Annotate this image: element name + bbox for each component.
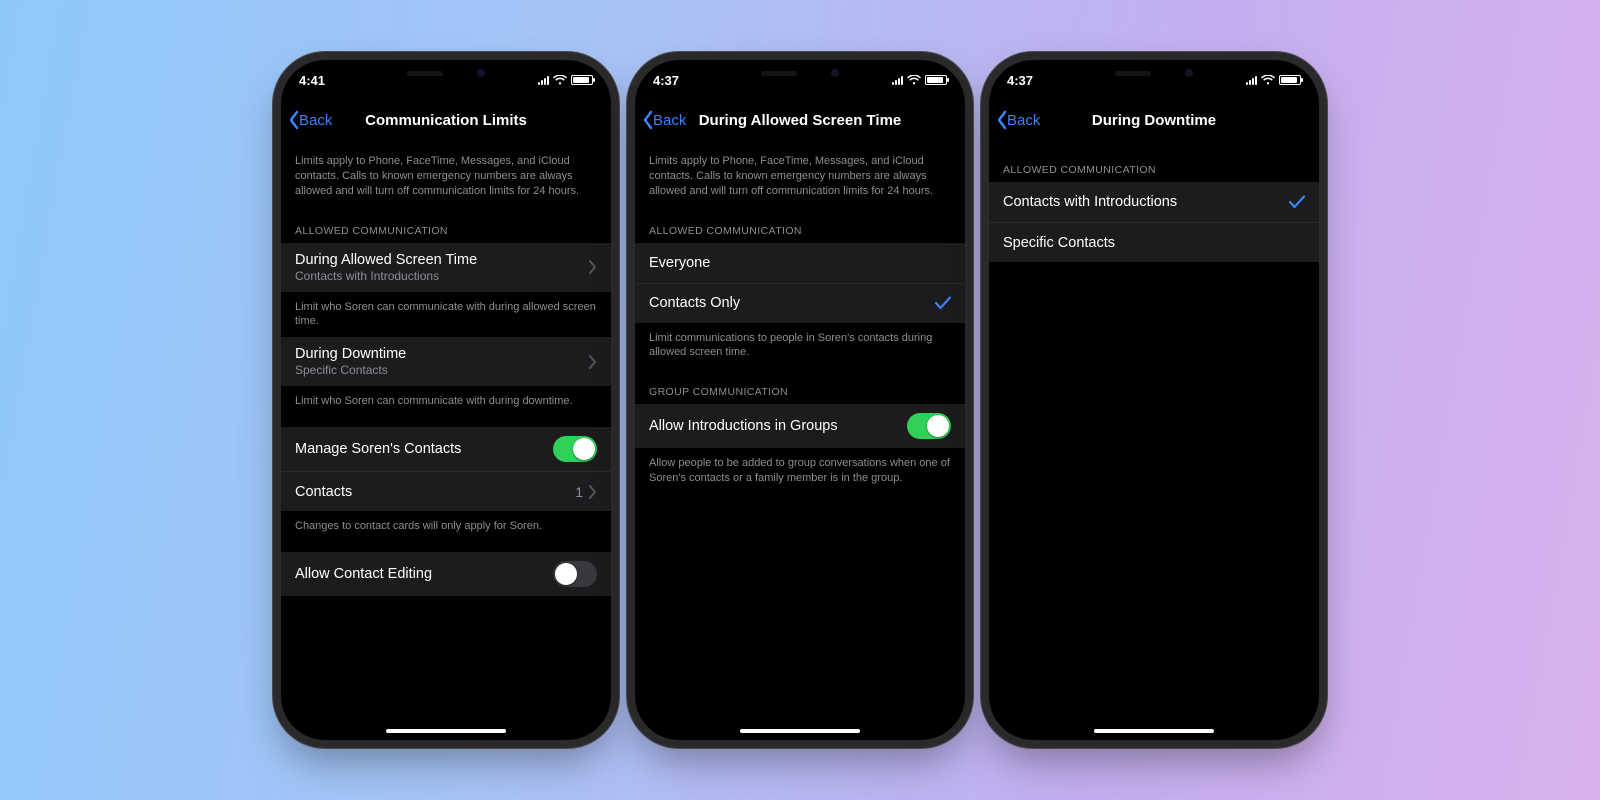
toggle-allow-contact-editing[interactable] [553, 561, 597, 587]
battery-icon [1279, 75, 1301, 85]
section-footer: Limit communications to people in Soren'… [635, 323, 965, 369]
row-label: Contacts with Introductions [1003, 194, 1177, 210]
row-label: Everyone [649, 255, 710, 271]
row-allow-introductions[interactable]: Allow Introductions in Groups [635, 404, 965, 448]
back-button[interactable]: Back [995, 110, 1040, 130]
section-header-allowed: ALLOWED COMMUNICATION [989, 140, 1319, 182]
chevron-right-icon [589, 355, 597, 369]
section-footer: Limit who Soren can communicate with dur… [281, 292, 611, 338]
notch [1078, 60, 1230, 86]
toggle-manage-contacts[interactable] [553, 436, 597, 462]
toggle-allow-introductions[interactable] [907, 413, 951, 439]
phone-communication-limits: 4:41 Back Communication Limits Limits ap… [281, 60, 611, 740]
home-indicator[interactable] [740, 729, 860, 733]
back-label: Back [653, 112, 686, 129]
nav-bar: Back Communication Limits [281, 100, 611, 140]
cellular-icon [538, 75, 549, 85]
header-description: Limits apply to Phone, FaceTime, Message… [281, 140, 611, 207]
home-indicator[interactable] [1094, 729, 1214, 733]
clock: 4:37 [1007, 73, 1033, 88]
row-allow-contact-editing[interactable]: Allow Contact Editing [281, 552, 611, 596]
battery-icon [571, 75, 593, 85]
row-during-downtime[interactable]: During Downtime Specific Contacts [281, 337, 611, 386]
option-specific-contacts[interactable]: Specific Contacts [989, 222, 1319, 262]
option-everyone[interactable]: Everyone [635, 243, 965, 283]
option-contacts-only[interactable]: Contacts Only [635, 283, 965, 323]
header-description: Limits apply to Phone, FaceTime, Message… [635, 140, 965, 207]
row-value: 1 [575, 484, 583, 500]
row-label: Contacts Only [649, 295, 740, 311]
back-button[interactable]: Back [287, 110, 332, 130]
row-label: During Allowed Screen Time [295, 252, 589, 268]
phone-during-allowed: 4:37 Back During Allowed Screen Time Lim… [635, 60, 965, 740]
row-label: Allow Contact Editing [295, 566, 432, 582]
notch [370, 60, 522, 86]
row-label: Contacts [295, 484, 352, 500]
row-subtitle: Contacts with Introductions [295, 269, 589, 283]
checkmark-icon [1289, 195, 1305, 209]
cellular-icon [892, 75, 903, 85]
row-label: During Downtime [295, 346, 589, 362]
section-footer: Limit who Soren can communicate with dur… [281, 386, 611, 417]
wifi-icon [553, 75, 567, 85]
notch [724, 60, 876, 86]
back-button[interactable]: Back [641, 110, 686, 130]
section-header-group: GROUP COMMUNICATION [635, 368, 965, 404]
back-label: Back [1007, 112, 1040, 129]
section-header-allowed: ALLOWED COMMUNICATION [635, 207, 965, 243]
nav-bar: Back During Allowed Screen Time [635, 100, 965, 140]
battery-icon [925, 75, 947, 85]
cellular-icon [1246, 75, 1257, 85]
section-footer: Allow people to be added to group conver… [635, 448, 965, 494]
row-label: Allow Introductions in Groups [649, 418, 838, 434]
chevron-right-icon [589, 260, 597, 274]
content: ALLOWED COMMUNICATION Contacts with Intr… [989, 140, 1319, 740]
row-during-allowed[interactable]: During Allowed Screen Time Contacts with… [281, 243, 611, 292]
home-indicator[interactable] [386, 729, 506, 733]
row-contacts[interactable]: Contacts 1 [281, 471, 611, 511]
wifi-icon [907, 75, 921, 85]
content: Limits apply to Phone, FaceTime, Message… [635, 140, 965, 740]
nav-bar: Back During Downtime [989, 100, 1319, 140]
checkmark-icon [935, 296, 951, 310]
row-label: Manage Soren's Contacts [295, 441, 461, 457]
row-label: Specific Contacts [1003, 235, 1115, 251]
content: Limits apply to Phone, FaceTime, Message… [281, 140, 611, 740]
row-manage-contacts[interactable]: Manage Soren's Contacts [281, 427, 611, 471]
option-contacts-introductions[interactable]: Contacts with Introductions [989, 182, 1319, 222]
clock: 4:37 [653, 73, 679, 88]
clock: 4:41 [299, 73, 325, 88]
wifi-icon [1261, 75, 1275, 85]
row-subtitle: Specific Contacts [295, 363, 589, 377]
back-label: Back [299, 112, 332, 129]
section-header-allowed: ALLOWED COMMUNICATION [281, 207, 611, 243]
phone-during-downtime: 4:37 Back During Downtime ALLOWED COMMUN… [989, 60, 1319, 740]
chevron-right-icon [589, 485, 597, 499]
section-footer: Changes to contact cards will only apply… [281, 511, 611, 542]
